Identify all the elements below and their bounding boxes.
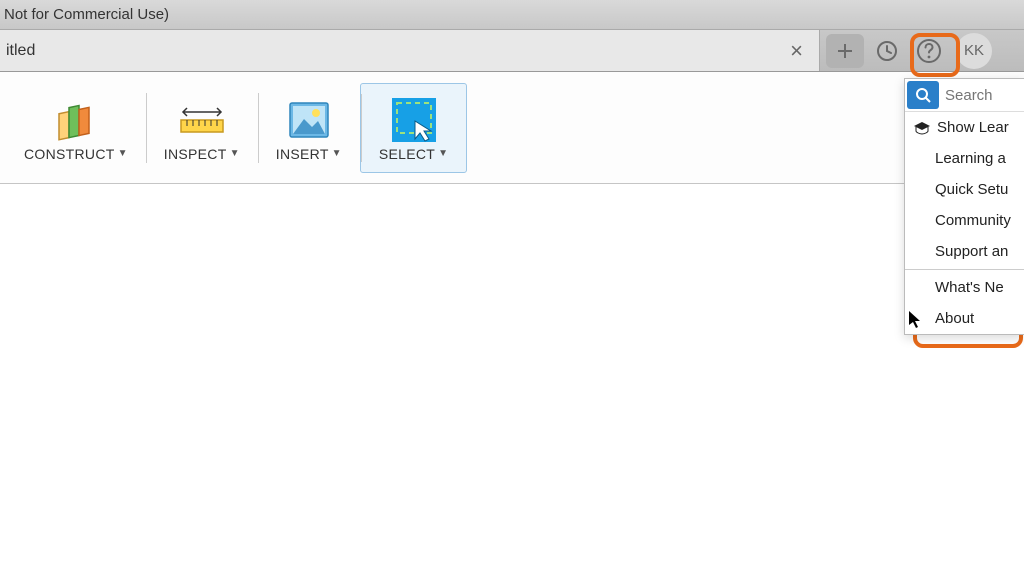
plus-icon: [835, 41, 855, 61]
ribbon-toolbar: CONSTRUCT ▼ INSPECT ▼: [0, 72, 1024, 184]
help-search-input[interactable]: [941, 87, 1011, 104]
select-label: SELECT ▼: [379, 146, 448, 162]
document-tab[interactable]: itled ×: [0, 30, 820, 71]
caret-down-icon: ▼: [438, 148, 448, 159]
inspect-icon: [176, 94, 228, 146]
caret-down-icon: ▼: [332, 148, 342, 159]
menu-separator: [905, 269, 1024, 270]
caret-down-icon: ▼: [118, 148, 128, 159]
help-search-row: [905, 79, 1024, 112]
window-title: Not for Commercial Use): [4, 6, 169, 23]
menu-item-about[interactable]: About: [905, 303, 1024, 334]
inspect-label: INSPECT ▼: [164, 146, 240, 162]
help-button[interactable]: [910, 34, 948, 68]
construct-label: CONSTRUCT ▼: [24, 146, 128, 162]
user-avatar[interactable]: KK: [956, 33, 992, 69]
recent-button[interactable]: [868, 34, 906, 68]
clock-icon: [875, 39, 899, 63]
viewport-canvas[interactable]: [0, 184, 1024, 576]
window-titlebar: Not for Commercial Use): [0, 0, 1024, 30]
menu-item-learning[interactable]: Learning a: [905, 143, 1024, 174]
close-tab-button[interactable]: ×: [784, 38, 809, 64]
tool-group-insert[interactable]: INSERT ▼: [258, 83, 360, 173]
menu-item-whats-new[interactable]: What's Ne: [905, 272, 1024, 303]
help-icon: [916, 38, 942, 64]
document-tabbar: itled × KK: [0, 30, 1024, 72]
tool-group-select[interactable]: SELECT ▼: [360, 83, 467, 173]
tool-group-construct[interactable]: CONSTRUCT ▼: [6, 83, 146, 173]
tabbar-right-controls: KK: [820, 30, 998, 71]
insert-icon: [283, 94, 335, 146]
construct-icon: [50, 94, 102, 146]
tool-group-inspect[interactable]: INSPECT ▼: [146, 83, 258, 173]
cursor-icon: [909, 311, 923, 329]
menu-item-quick-setup[interactable]: Quick Setu: [905, 174, 1024, 205]
caret-down-icon: ▼: [230, 148, 240, 159]
document-tab-title: itled: [6, 42, 35, 60]
insert-label: INSERT ▼: [276, 146, 342, 162]
menu-item-community[interactable]: Community: [905, 205, 1024, 236]
graduation-cap-icon: [913, 121, 931, 135]
new-tab-button[interactable]: [826, 34, 864, 68]
help-dropdown-menu: Show Lear Learning a Quick Setu Communit…: [904, 78, 1024, 335]
menu-item-support[interactable]: Support an: [905, 236, 1024, 267]
avatar-initials: KK: [964, 42, 984, 59]
menu-item-show-learning[interactable]: Show Lear: [905, 112, 1024, 143]
help-search-button[interactable]: [907, 81, 939, 109]
select-icon: [388, 94, 440, 146]
search-icon: [915, 87, 931, 103]
